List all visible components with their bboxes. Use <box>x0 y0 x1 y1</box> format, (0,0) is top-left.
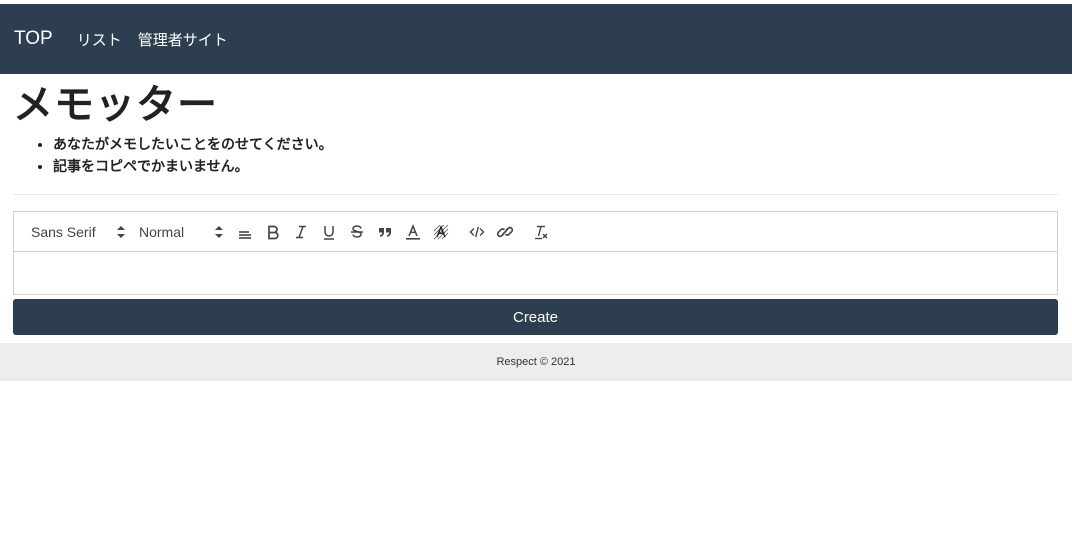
note-item: あなたがメモしたいことをのせてください。 <box>53 134 1058 156</box>
nav-link-list[interactable]: リスト <box>77 29 122 50</box>
clear-format-icon[interactable] <box>527 220 555 244</box>
nav-brand-top[interactable]: TOP <box>14 28 53 50</box>
align-icon[interactable] <box>231 220 259 244</box>
editor-toolbar: Sans Serif Normal <box>14 212 1057 252</box>
editor-content-area[interactable] <box>14 252 1057 294</box>
divider <box>13 194 1058 195</box>
font-size-picker[interactable]: Normal <box>139 224 223 240</box>
navbar: TOP リスト 管理者サイト <box>0 4 1072 74</box>
font-family-picker[interactable]: Sans Serif <box>31 224 125 240</box>
link-icon[interactable] <box>491 220 519 244</box>
updown-arrow-icon <box>215 225 223 238</box>
text-color-icon[interactable] <box>399 220 427 244</box>
underline-icon[interactable] <box>315 220 343 244</box>
font-size-label: Normal <box>139 223 185 240</box>
rich-text-editor: Sans Serif Normal <box>13 211 1058 295</box>
background-color-icon[interactable] <box>427 220 455 244</box>
nav-link-admin[interactable]: 管理者サイト <box>138 29 228 50</box>
updown-arrow-icon <box>117 225 125 238</box>
notes-list: あなたがメモしたいことをのせてください。 記事をコピペでかまいません。 <box>13 134 1058 178</box>
footer: Respect © 2021 <box>0 343 1072 381</box>
italic-icon[interactable] <box>287 220 315 244</box>
code-icon[interactable] <box>463 220 491 244</box>
note-item: 記事をコピペでかまいません。 <box>53 156 1058 178</box>
page-title: メモッター <box>13 82 218 128</box>
create-button[interactable]: Create <box>13 299 1058 335</box>
blockquote-icon[interactable] <box>371 220 399 244</box>
strike-icon[interactable] <box>343 220 371 244</box>
main-container: メモッター あなたがメモしたいことをのせてください。 記事をコピペでかまいません… <box>0 82 1072 335</box>
bold-icon[interactable] <box>259 220 287 244</box>
footer-copyright: Respect © 2021 <box>496 356 576 368</box>
font-family-label: Sans Serif <box>31 223 96 240</box>
